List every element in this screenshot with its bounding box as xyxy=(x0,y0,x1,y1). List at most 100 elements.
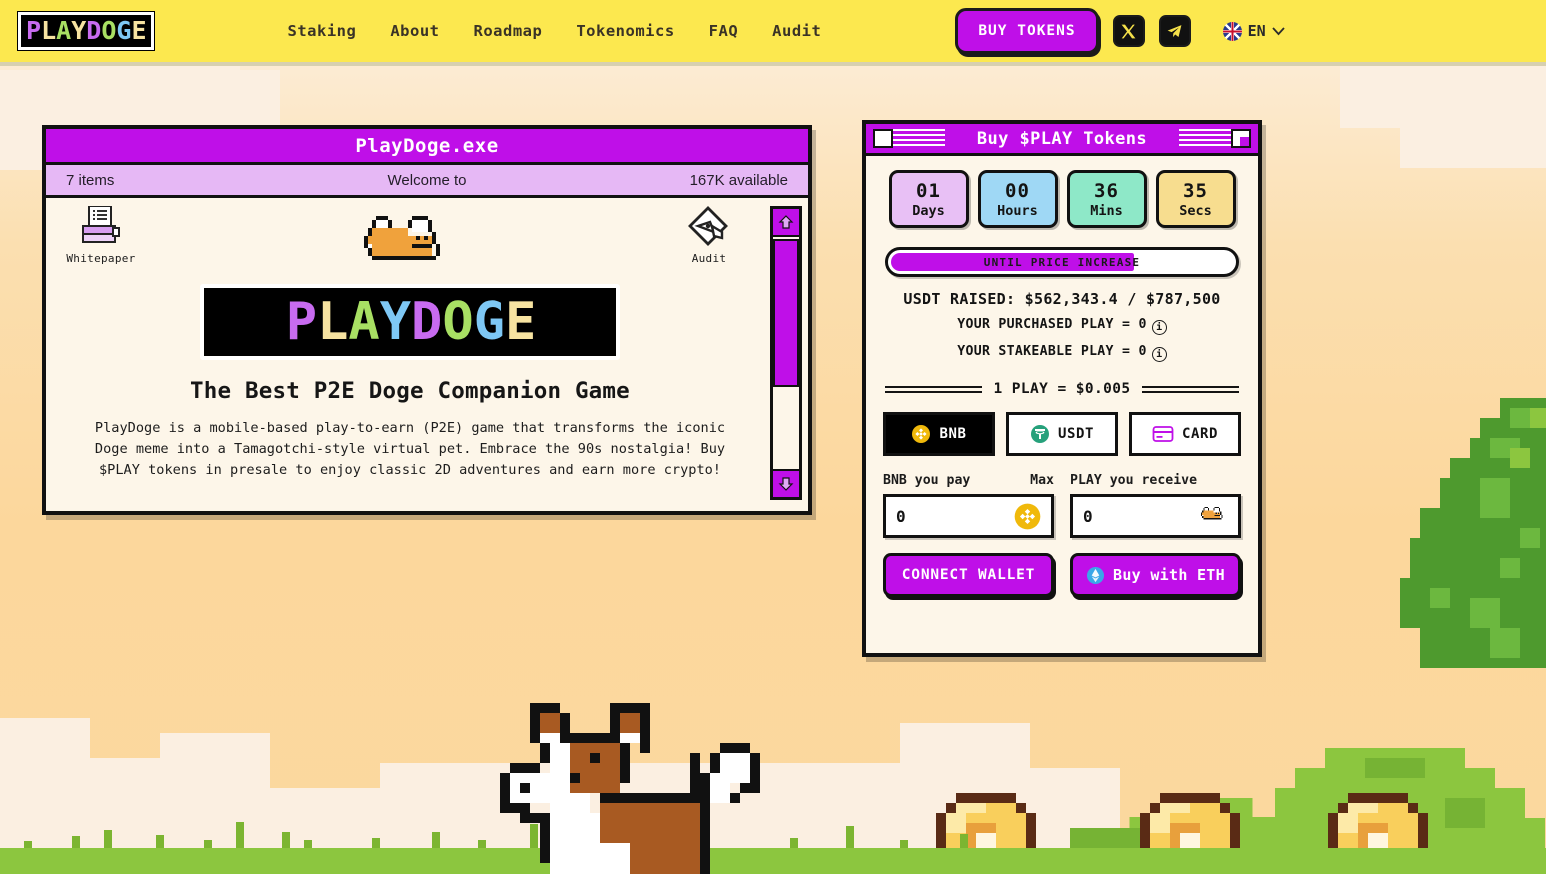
titlebar-decoration-right xyxy=(1179,128,1251,149)
nav-item-audit[interactable]: Audit xyxy=(772,22,821,40)
token-price: 1 PLAY = $0.005 xyxy=(993,381,1131,397)
site-header: P L A Y D O G E Staking About Roadmap To… xyxy=(0,0,1546,66)
grass-tuft xyxy=(900,840,908,848)
pay-method-bnb[interactable]: BNB xyxy=(883,412,995,456)
logo-letter: O xyxy=(101,16,116,45)
stakeable-play-text: YOUR STAKEABLE PLAY = 0 xyxy=(957,344,1147,359)
grass-tuft xyxy=(104,830,112,848)
pay-amount-value: 0 xyxy=(896,506,906,526)
countdown-hours-unit: Hours xyxy=(997,202,1038,219)
rule-left xyxy=(885,385,982,393)
audit-desktop-icon[interactable]: Audit xyxy=(672,206,746,265)
hero-logo-letter: G xyxy=(473,292,505,352)
hero-logo-letter: D xyxy=(411,292,442,352)
nav-item-staking[interactable]: Staking xyxy=(288,22,357,40)
grass-tuft xyxy=(372,838,380,848)
scroll-down-button[interactable] xyxy=(773,469,799,497)
buy-with-eth-label: Buy with ETH xyxy=(1113,566,1225,584)
pay-field-label: BNB you pay xyxy=(883,473,971,488)
grass-tuft xyxy=(282,832,290,848)
hero-logo-letter: A xyxy=(348,292,379,352)
amount-fields: 0 0 xyxy=(883,494,1241,538)
main-nav: Staking About Roadmap Tokenomics FAQ Aud… xyxy=(288,22,822,40)
status-available: 167K available xyxy=(689,171,789,189)
bnb-icon xyxy=(912,425,931,443)
pay-method-usdt[interactable]: USDT xyxy=(1006,412,1118,456)
telegram-icon[interactable] xyxy=(1158,15,1191,47)
presale-content: 01 Days 00 Hours 36 Mins 35 Secs UNTIL P… xyxy=(866,156,1258,611)
pixel-dog xyxy=(500,703,760,874)
chevron-down-icon xyxy=(1272,26,1285,35)
presale-titlebar: Buy $PLAY Tokens xyxy=(866,124,1258,156)
scrollbar-thumb[interactable] xyxy=(773,239,799,387)
logo-letter: L xyxy=(41,16,56,45)
hero-paragraph: PlayDoge is a mobile-based play-to-earn … xyxy=(94,420,726,478)
nav-item-about[interactable]: About xyxy=(390,22,439,40)
grass-tuft xyxy=(204,840,212,848)
logo-letter: D xyxy=(86,16,101,45)
pay-method-bnb-label: BNB xyxy=(939,426,967,442)
buy-with-eth-button[interactable]: Buy with ETH xyxy=(1070,553,1241,597)
max-button[interactable]: Max xyxy=(1030,473,1054,488)
x-twitter-icon[interactable] xyxy=(1112,15,1145,47)
status-center: Welcome to xyxy=(387,171,467,189)
nav-item-tokenomics[interactable]: Tokenomics xyxy=(576,22,674,40)
payment-method-tabs: BNB USDT CARD xyxy=(883,412,1241,456)
arrow-down-icon xyxy=(778,477,794,491)
doge-icon xyxy=(1201,507,1223,520)
usdt-raised-stat: USDT RAISED: $562,343.4 / $787,500 xyxy=(903,290,1221,308)
purchased-play-stat: YOUR PURCHASED PLAY = 0 i xyxy=(883,317,1241,335)
nav-item-roadmap[interactable]: Roadmap xyxy=(474,22,543,40)
cloud-shape xyxy=(1400,118,1546,168)
playdoge-logo[interactable]: P L A Y D O G E xyxy=(18,12,154,50)
pay-method-usdt-label: USDT xyxy=(1057,426,1095,442)
hero-logo-letter: P xyxy=(285,292,317,352)
grass-tuft xyxy=(24,841,32,848)
grass-tuft xyxy=(72,836,80,848)
logo-letter: A xyxy=(56,16,71,45)
grass-tuft xyxy=(304,840,312,848)
eth-icon xyxy=(1086,566,1105,584)
receive-amount-input[interactable]: 0 xyxy=(1070,494,1241,538)
playdoge-exe-window: PlayDoge.exe 7 items Welcome to 167K ava… xyxy=(42,125,812,515)
language-selector[interactable]: EN xyxy=(1222,21,1285,41)
presale-window: Buy $PLAY Tokens 01 Days 00 Hours 36 Min… xyxy=(862,120,1262,657)
uk-flag-icon xyxy=(1222,21,1242,41)
presale-progress-bar: UNTIL PRICE INCREASE xyxy=(885,247,1239,277)
stakeable-info-icon[interactable]: i xyxy=(1151,347,1167,362)
window-scrollbar[interactable] xyxy=(770,206,802,500)
arrow-up-icon xyxy=(778,215,794,229)
countdown-mins-value: 36 xyxy=(1094,179,1119,202)
logo-letter: G xyxy=(116,16,131,45)
purchased-info-icon[interactable]: i xyxy=(1151,320,1167,335)
countdown-mins: 36 Mins xyxy=(1066,170,1147,228)
pay-method-card-label: CARD xyxy=(1181,426,1219,442)
grass-tuft xyxy=(846,826,854,848)
countdown-hours: 00 Hours xyxy=(977,170,1058,228)
whitepaper-desktop-icon[interactable]: Whitepaper xyxy=(64,205,138,265)
countdown-days-value: 01 xyxy=(916,179,941,202)
grass-tuft xyxy=(432,832,440,848)
window-titlebar: PlayDoge.exe xyxy=(46,129,808,165)
countdown-secs-unit: Secs xyxy=(1179,202,1212,219)
scroll-up-button[interactable] xyxy=(773,209,799,237)
pay-method-card[interactable]: CARD xyxy=(1129,412,1241,456)
countdown-timer: 01 Days 00 Hours 36 Mins 35 Secs xyxy=(883,170,1241,228)
progress-label: UNTIL PRICE INCREASE xyxy=(983,255,1141,269)
receive-field-label: PLAY you receive xyxy=(1070,473,1198,488)
connect-wallet-button[interactable]: CONNECT WALLET xyxy=(883,553,1054,597)
rule-right xyxy=(1142,385,1240,393)
hero-logo-letter: L xyxy=(317,292,348,352)
logo-letter: E xyxy=(131,16,146,45)
nav-item-faq[interactable]: FAQ xyxy=(709,22,739,40)
language-label: EN xyxy=(1247,22,1266,40)
receive-amount-value: 0 xyxy=(1083,506,1093,526)
window-title: PlayDoge.exe xyxy=(355,134,499,157)
hero-logo-letter: Y xyxy=(379,292,411,352)
bnb-icon xyxy=(1014,503,1041,529)
field-labels-row: BNB you pay Max PLAY you receive xyxy=(883,473,1241,488)
window-content: Whitepaper Audit P L A Y D O G E The Bes… xyxy=(46,198,808,508)
pay-amount-input[interactable]: 0 xyxy=(883,494,1054,538)
buy-tokens-button[interactable]: BUY TOKENS xyxy=(955,8,1099,54)
titlebar-decoration-left xyxy=(873,128,945,149)
